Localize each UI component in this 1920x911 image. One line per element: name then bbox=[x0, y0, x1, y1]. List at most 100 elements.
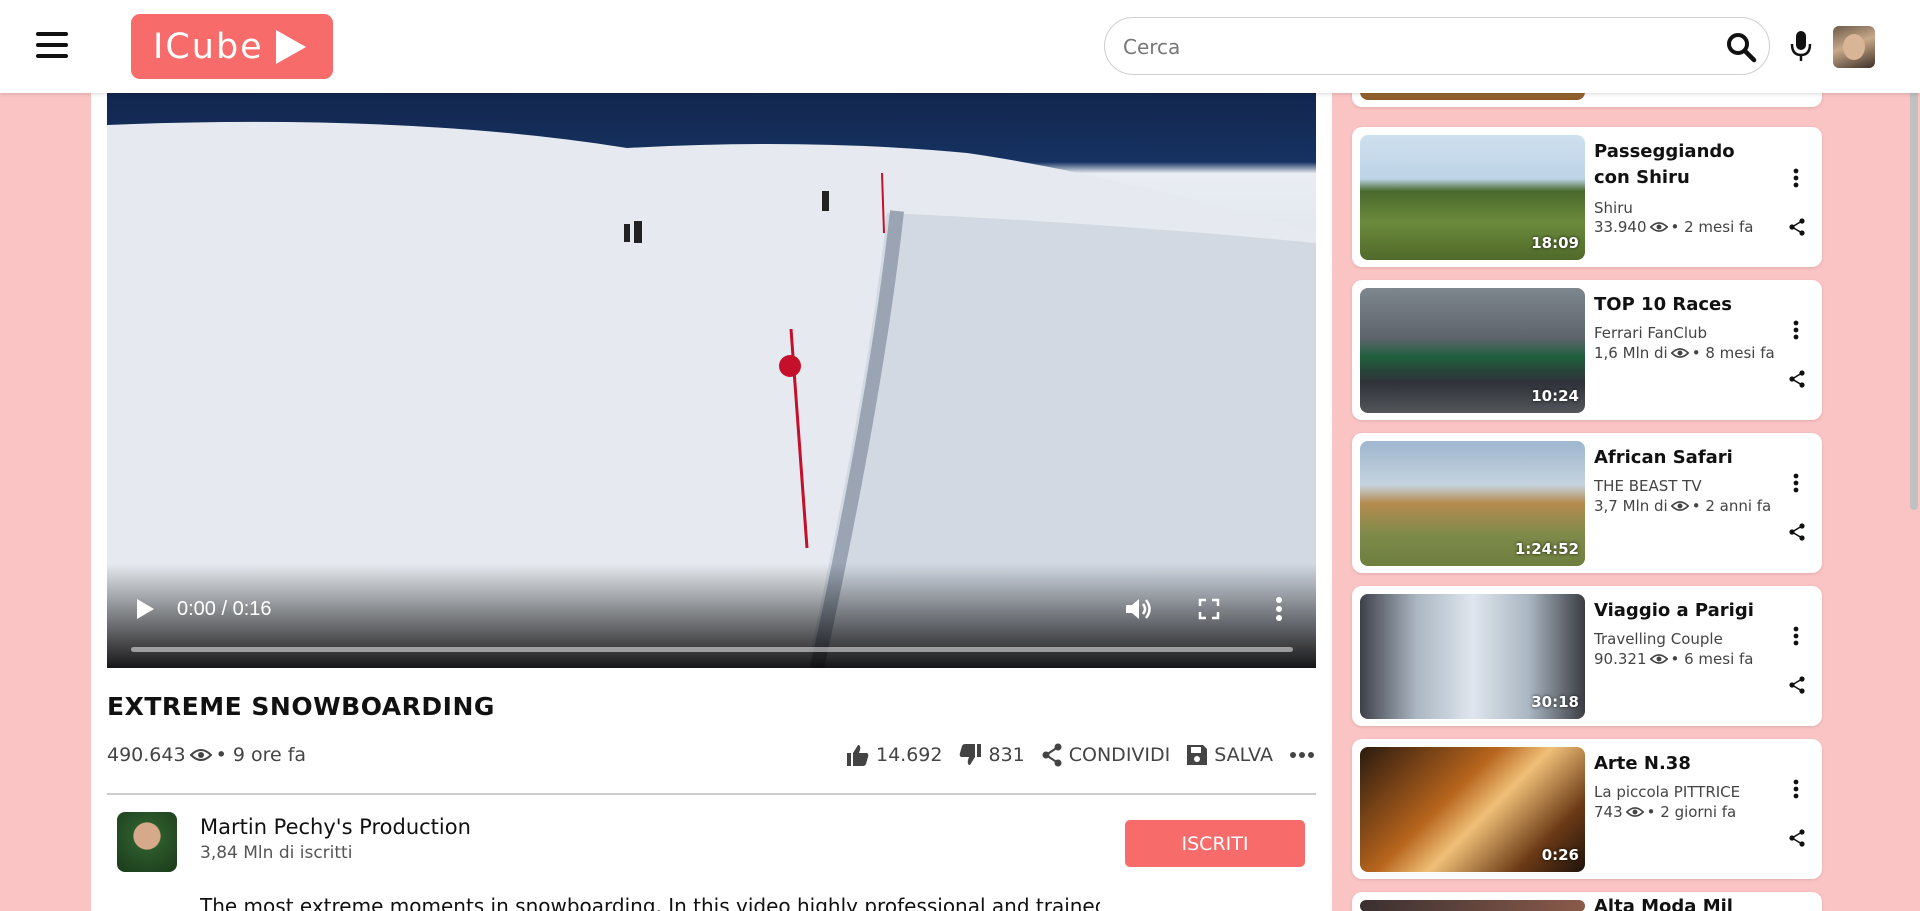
search-input[interactable] bbox=[1123, 32, 1683, 62]
top-bar: ICube bbox=[0, 0, 1920, 93]
logo-text: ICube bbox=[153, 26, 264, 67]
page-scrollbar[interactable] bbox=[1910, 70, 1918, 510]
video-title: TOP 10 Races bbox=[1594, 294, 1732, 315]
channel-name: Shiru bbox=[1594, 199, 1633, 217]
share-icon[interactable] bbox=[1788, 218, 1806, 236]
video-title: African Safari bbox=[1594, 447, 1733, 468]
microphone-icon[interactable] bbox=[1790, 30, 1812, 62]
share-icon bbox=[1042, 743, 1062, 767]
video-stats: 490.643 • 9 ore fa bbox=[107, 744, 306, 766]
user-avatar[interactable] bbox=[1833, 26, 1875, 68]
video-stats: 3,7 Mln di • 2 anni fa bbox=[1594, 497, 1771, 515]
video-duration: 18:09 bbox=[1531, 234, 1579, 252]
upload-age: • 2 giorni fa bbox=[1646, 803, 1737, 821]
eye-icon bbox=[1649, 654, 1668, 664]
share-icon[interactable] bbox=[1788, 523, 1806, 541]
more-options-icon[interactable] bbox=[1793, 626, 1799, 646]
share-icon[interactable] bbox=[1788, 676, 1806, 694]
channel-name: Ferrari FanClub bbox=[1594, 324, 1708, 342]
video-thumbnail bbox=[1360, 900, 1585, 911]
dislike-count: 831 bbox=[988, 744, 1025, 766]
video-thumbnail: 10:24 bbox=[1360, 288, 1585, 413]
play-logo-icon bbox=[275, 29, 306, 64]
eye-icon bbox=[1649, 222, 1668, 232]
video-player[interactable]: 0:00 / 0:16 bbox=[107, 93, 1316, 668]
thumbs-down-icon bbox=[960, 744, 982, 765]
view-count: 743 bbox=[1594, 803, 1623, 821]
video-stats: 743 • 2 giorni fa bbox=[1594, 803, 1736, 821]
video-stats: 1,6 Mln di • 8 mesi fa bbox=[1594, 344, 1775, 362]
menu-icon[interactable] bbox=[36, 32, 68, 60]
video-controls: 0:00 / 0:16 bbox=[107, 568, 1316, 668]
channel-subscribers: 3,84 Mln di iscritti bbox=[200, 843, 353, 863]
recommended-video-card[interactable]: 30:18 Viaggio a Parigi Travelling Couple… bbox=[1352, 586, 1822, 726]
eye-icon bbox=[1625, 807, 1644, 817]
search-box bbox=[1104, 17, 1770, 75]
eye-icon bbox=[1670, 348, 1689, 358]
play-icon[interactable] bbox=[135, 598, 155, 620]
divider bbox=[107, 793, 1316, 795]
view-count: 490.643 bbox=[107, 744, 186, 766]
upload-age: • 8 mesi fa bbox=[1691, 344, 1775, 362]
video-actions: 14.692 831 CONDIVIDI SALVA bbox=[846, 740, 1315, 770]
like-count: 14.692 bbox=[876, 744, 943, 766]
eye-icon bbox=[1670, 501, 1689, 511]
more-options-icon[interactable] bbox=[1275, 596, 1283, 622]
like-button[interactable]: 14.692 bbox=[846, 743, 942, 767]
volume-icon[interactable] bbox=[1124, 596, 1152, 622]
video-title: Passeggiando con Shiru bbox=[1594, 141, 1735, 188]
view-count: 1,6 Mln di bbox=[1594, 344, 1668, 362]
share-icon[interactable] bbox=[1788, 370, 1806, 388]
share-button[interactable]: CONDIVIDI bbox=[1041, 743, 1171, 767]
upload-age: • 2 mesi fa bbox=[1670, 218, 1754, 236]
video-thumbnail: 1:24:52 bbox=[1360, 441, 1585, 566]
upload-age: • 6 mesi fa bbox=[1670, 650, 1754, 668]
view-count: 90.321 bbox=[1594, 650, 1647, 668]
more-options-icon[interactable] bbox=[1793, 473, 1799, 493]
video-stats: 33.940 • 2 mesi fa bbox=[1594, 218, 1754, 236]
subscribe-button[interactable]: ISCRITI bbox=[1125, 820, 1305, 867]
more-options-icon[interactable] bbox=[1793, 168, 1799, 188]
channel-name: La piccola PITTRICE bbox=[1594, 783, 1741, 801]
share-label: CONDIVIDI bbox=[1068, 744, 1171, 766]
video-title: EXTREME SNOWBOARDING bbox=[107, 692, 495, 721]
fullscreen-icon[interactable] bbox=[1198, 598, 1220, 620]
channel-name[interactable]: Martin Pechy's Production bbox=[200, 815, 471, 839]
video-description: The most extreme moments in snowboarding… bbox=[200, 894, 1100, 911]
save-label: SALVA bbox=[1214, 744, 1273, 766]
search-icon[interactable] bbox=[1725, 31, 1757, 63]
video-title: Arte N.38 bbox=[1594, 753, 1691, 774]
video-thumbnail: 18:09 bbox=[1360, 135, 1585, 260]
upload-age: • 9 ore fa bbox=[215, 744, 307, 766]
upload-age: • 2 anni fa bbox=[1691, 497, 1772, 515]
video-duration: 30:18 bbox=[1531, 693, 1579, 711]
dislike-button[interactable]: 831 bbox=[958, 743, 1025, 767]
recommended-video-card[interactable]: 0:26 Arte N.38 La piccola PITTRICE 743 •… bbox=[1352, 739, 1822, 879]
recommended-video-card[interactable]: 10:24 TOP 10 Races Ferrari FanClub 1,6 M… bbox=[1352, 280, 1822, 420]
thumbs-up-icon bbox=[847, 745, 869, 766]
video-thumbnail: 0:26 bbox=[1360, 747, 1585, 872]
video-duration: 1:24:52 bbox=[1514, 540, 1579, 558]
view-count: 33.940 bbox=[1594, 218, 1647, 236]
save-icon bbox=[1187, 745, 1208, 765]
more-options-icon[interactable] bbox=[1793, 320, 1799, 340]
video-thumbnail: 30:18 bbox=[1360, 594, 1585, 719]
channel-name: Travelling Couple bbox=[1594, 630, 1723, 648]
view-count: 3,7 Mln di bbox=[1594, 497, 1668, 515]
recommended-video-card-partial[interactable]: Alta Moda Mil bbox=[1352, 892, 1822, 911]
video-duration: 10:24 bbox=[1531, 387, 1579, 405]
more-horizontal-icon[interactable] bbox=[1289, 751, 1315, 759]
video-title: Alta Moda Mil bbox=[1594, 896, 1733, 911]
video-stats: 90.321 • 6 mesi fa bbox=[1594, 650, 1754, 668]
channel-name: THE BEAST TV bbox=[1594, 477, 1702, 495]
video-progress-bar[interactable] bbox=[131, 647, 1293, 652]
recommended-video-card[interactable]: 18:09 Passeggiando con Shiru Shiru 33.94… bbox=[1352, 127, 1822, 267]
video-duration: 0:26 bbox=[1541, 846, 1579, 864]
save-button[interactable]: SALVA bbox=[1186, 744, 1273, 766]
share-icon[interactable] bbox=[1788, 829, 1806, 847]
recommended-video-card[interactable]: 1:24:52 African Safari THE BEAST TV 3,7 … bbox=[1352, 433, 1822, 573]
more-options-icon[interactable] bbox=[1793, 779, 1799, 799]
logo[interactable]: ICube bbox=[131, 14, 333, 79]
video-time: 0:00 / 0:16 bbox=[177, 598, 272, 620]
channel-avatar[interactable] bbox=[117, 812, 177, 872]
